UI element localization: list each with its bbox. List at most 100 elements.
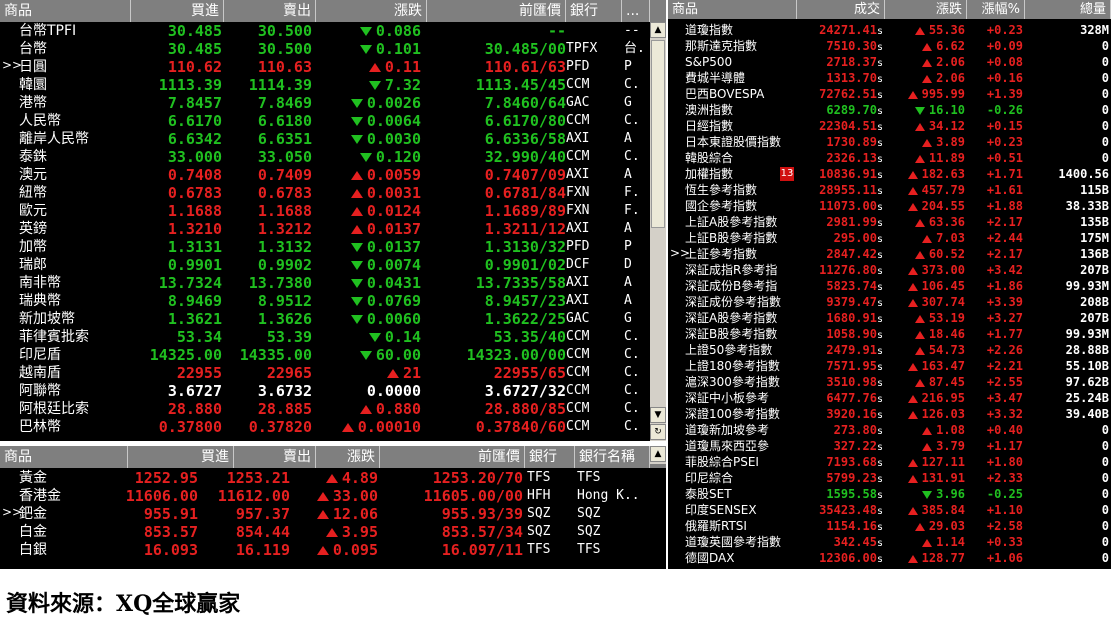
table-row[interactable]: 泰股SET 1595.58s 3.96 -0.25 0 — [668, 486, 1111, 502]
table-row[interactable]: 巴西BOVESPA 72762.51s 995.99 +1.39 0 — [668, 86, 1111, 102]
table-row[interactable]: 深證100參考指數 3920.16s 126.03 +3.32 39.40B — [668, 406, 1111, 422]
table-row[interactable]: 黃金 1252.95 1253.21 4.89 1253.20/70 TFS TFS — [0, 469, 666, 487]
scroll-up-button[interactable]: ▲ — [650, 22, 666, 38]
column-header[interactable]: 商品 — [0, 446, 128, 468]
last-price: 1730.89s — [797, 134, 883, 150]
column-header[interactable]: 成交 — [797, 0, 885, 19]
total-volume: 136B — [1080, 247, 1109, 261]
table-row[interactable]: 深証A股參考指數 1680.91s 53.19 +3.27 207B — [668, 310, 1111, 326]
table-row[interactable]: 恆生參考指數 28955.11s 457.79 +1.61 115B — [668, 182, 1111, 198]
table-row[interactable]: 印度SENSEX 35423.48s 385.84 +1.10 0 — [668, 502, 1111, 518]
table-row[interactable]: 上証A股參考指數 2981.99s 63.36 +2.17 135B — [668, 214, 1111, 230]
column-header[interactable]: 總量 — [1025, 0, 1111, 19]
index-name: 深証A股參考指數 — [685, 311, 778, 325]
table-row[interactable]: 日經指數 22304.51s 34.12 +0.15 0 — [668, 118, 1111, 134]
table-row[interactable]: 台幣TPFI 30.485 30.500 0.086 -- -- — [0, 22, 666, 40]
column-header[interactable]: 漲幅% — [967, 0, 1025, 19]
table-row[interactable]: 道瓊馬來西亞參 327.22s 3.79 +1.17 0 — [668, 438, 1111, 454]
table-row[interactable]: 泰銖 33.000 33.050 0.120 32.990/40 CCM C. — [0, 148, 666, 166]
table-row[interactable]: 滬深300參考指數 3510.98s 87.45 +2.55 97.62B — [668, 374, 1111, 390]
table-row[interactable]: 巴林幣 0.37800 0.37820 0.00010 0.37840/60 CCM C. — [0, 418, 666, 436]
change-cell: 0.14 — [316, 328, 421, 346]
table-row[interactable]: 道瓊指數 24271.41s 55.36 +0.23 328M — [668, 22, 1111, 38]
column-header[interactable]: 賣出 — [234, 446, 316, 468]
table-row[interactable]: 澳元 0.7408 0.7409 0.0059 0.7407/09 AXI A — [0, 166, 666, 184]
column-header[interactable]: 銀行名稱 — [575, 446, 650, 468]
table-row[interactable]: 離岸人民幣 6.6342 6.6351 0.0030 6.6336/58 AXI A — [0, 130, 666, 148]
table-row[interactable]: 俄羅斯RTSI 1154.16s 29.03 +2.58 0 — [668, 518, 1111, 534]
table-row[interactable]: 瑞郎 0.9901 0.9902 0.0074 0.9901/02 DCF D — [0, 256, 666, 274]
column-header[interactable]: 銀行 — [566, 0, 622, 22]
column-header[interactable]: 漲跌 — [885, 0, 967, 19]
table-row[interactable]: >> 上証參考指數 2847.42s 60.52 +2.17 136B — [668, 246, 1111, 262]
column-header[interactable]: 買進 — [131, 0, 224, 22]
table-row[interactable]: 印尼綜合 5799.23s 131.91 +2.33 0 — [668, 470, 1111, 486]
column-header[interactable]: 前匯價 — [427, 0, 566, 22]
table-row[interactable]: 上証B股參考指數 295.00s 7.03 +2.44 175M — [668, 230, 1111, 246]
column-header[interactable]: 銀行 — [525, 446, 575, 468]
table-row[interactable]: 韓圜 1113.39 1114.39 7.32 1113.45/45 CCM C. — [0, 76, 666, 94]
table-row[interactable]: 新加坡幣 1.3621 1.3626 0.0060 1.3622/25 GAC G — [0, 310, 666, 328]
table-row[interactable]: 深証成份B參考指 5823.74s 106.45 +1.86 99.93M — [668, 278, 1111, 294]
table-row[interactable]: >> 日圓 110.62 110.63 0.11 110.61/63 PFD P — [0, 58, 666, 76]
table-row[interactable]: 道瓊英國參考指數 342.45s 1.14 +0.33 0 — [668, 534, 1111, 550]
table-row[interactable]: 深証B股參考指數 1058.90s 18.46 +1.77 99.93M — [668, 326, 1111, 342]
column-header[interactable]: 商品 — [668, 0, 797, 19]
table-row[interactable]: 紐幣 0.6783 0.6783 0.0031 0.6781/84 FXN F. — [0, 184, 666, 202]
table-row[interactable]: 英鎊 1.3210 1.3212 0.0137 1.3211/12 AXI A — [0, 220, 666, 238]
table-row[interactable]: 白金 853.57 854.44 3.95 853.57/34 SQZ SQZ — [0, 523, 666, 541]
table-row[interactable]: 國企參考指數 11073.00s 204.55 +1.88 38.33B — [668, 198, 1111, 214]
bid-price: 33.000 — [167, 148, 222, 166]
column-header[interactable]: 商品 — [0, 0, 131, 22]
bank-code: GAC — [566, 311, 590, 326]
table-row[interactable]: 加幣 1.3131 1.3132 0.0137 1.3130/32 PFD P — [0, 238, 666, 256]
table-row[interactable]: 深証成指R參考指 11276.80s 373.00 +3.42 207B — [668, 262, 1111, 278]
table-row[interactable]: 南非幣 13.7324 13.7380 0.0431 13.7335/58 AXI A — [0, 274, 666, 292]
table-row[interactable]: 加權指數 13 10836.91s 182.63 +1.71 1400.56 — [668, 166, 1111, 182]
table-row[interactable]: 白銀 16.093 16.119 0.095 16.097/11 TFS TFS — [0, 541, 666, 559]
table-row[interactable]: 印尼盾 14325.00 14335.00 60.00 14323.00/00 CCM C. — [0, 346, 666, 364]
table-row[interactable]: 歐元 1.1688 1.1688 0.0124 1.1689/89 FXN F. — [0, 202, 666, 220]
scroll-up-button[interactable]: ▲ — [650, 446, 666, 462]
table-row[interactable]: 阿聯幣 3.6727 3.6732 0.0000 3.6727/32 CCM C. — [0, 382, 666, 400]
table-row[interactable]: 上證50參考指數 2479.91s 54.73 +2.26 28.88B — [668, 342, 1111, 358]
table-row[interactable]: 人民幣 6.6170 6.6180 0.0064 6.6170/80 CCM C. — [0, 112, 666, 130]
table-row[interactable]: 德國DAX 12306.00s 128.77 +1.06 0 — [668, 550, 1111, 566]
index-name: 道瓊指數 — [685, 23, 734, 37]
column-header[interactable]: 漲跌 — [316, 0, 427, 22]
scroll-down-button[interactable]: ▼ — [650, 407, 666, 423]
column-header[interactable]: 賣出 — [224, 0, 316, 22]
table-row[interactable]: 阿根廷比索 28.880 28.885 0.880 28.880/85 CCM C. — [0, 400, 666, 418]
column-header[interactable]: 漲跌 — [316, 446, 380, 468]
table-row[interactable]: 深証成份參考指數 9379.47s 307.74 +3.39 208B — [668, 294, 1111, 310]
change-value: 6.62 — [936, 39, 965, 53]
table-row[interactable]: 那斯達克指數 7510.30s 6.62 +0.09 0 — [668, 38, 1111, 54]
table-row[interactable]: 澳洲指數 6289.70s 16.10 -0.26 0 — [668, 102, 1111, 118]
table-row[interactable]: 日本東證股價指數 1730.89s 3.89 +0.23 0 — [668, 134, 1111, 150]
up-arrow-icon — [914, 250, 925, 259]
table-row[interactable]: 韓股綜合 2326.13s 11.89 +0.51 0 — [668, 150, 1111, 166]
table-row[interactable]: 深証中小板參考 6477.76s 216.95 +3.47 25.24B — [668, 390, 1111, 406]
table-row[interactable]: >> 鈀金 955.91 957.37 12.06 955.93/39 SQZ SQZ — [0, 505, 666, 523]
table-row[interactable]: S&P500 2718.37s 2.06 +0.08 0 — [668, 54, 1111, 70]
column-header[interactable]: 前匯價 — [380, 446, 525, 468]
bank-code: PFD — [566, 239, 590, 254]
table-row[interactable]: 港幣 7.8457 7.8469 0.0026 7.8460/64 GAC G — [0, 94, 666, 112]
cm-vertical-scrollbar[interactable]: ▲ — [650, 446, 666, 464]
column-header[interactable]: ... — [622, 0, 650, 22]
table-row[interactable]: 越南盾 22955 22965 21 22955/65 CCM C. — [0, 364, 666, 382]
refresh-icon[interactable]: ↻ — [650, 424, 666, 440]
table-row[interactable]: 道瓊新加坡參考 273.80s 1.08 +0.40 0 — [668, 422, 1111, 438]
table-row[interactable]: 菲股綜合PSEI 7193.68s 127.11 +1.80 0 — [668, 454, 1111, 470]
scroll-thumb[interactable] — [651, 40, 665, 228]
table-row[interactable]: 費城半導體 1313.70s 2.06 +0.16 0 — [668, 70, 1111, 86]
table-row[interactable]: 台幣 30.485 30.500 0.101 30.485/00 TPFX 台. — [0, 40, 666, 58]
column-header[interactable]: 買進 — [128, 446, 234, 468]
bid-price: 16.093 — [143, 541, 198, 559]
table-row[interactable]: 香港金 11606.00 11612.00 33.00 11605.00/00 HFH Ho… — [0, 487, 666, 505]
table-row[interactable]: 上證180參考指數 7571.95s 163.47 +2.21 55.10B — [668, 358, 1111, 374]
change-cell: 0.880 — [316, 400, 421, 418]
table-row[interactable]: 瑞典幣 8.9469 8.9512 0.0769 8.9457/23 AXI A — [0, 292, 666, 310]
fx-vertical-scrollbar[interactable]: ▲ ▼ ↻ — [650, 22, 666, 441]
table-row[interactable]: 菲律賓批索 53.34 53.39 0.14 53.35/40 CCM C. — [0, 328, 666, 346]
